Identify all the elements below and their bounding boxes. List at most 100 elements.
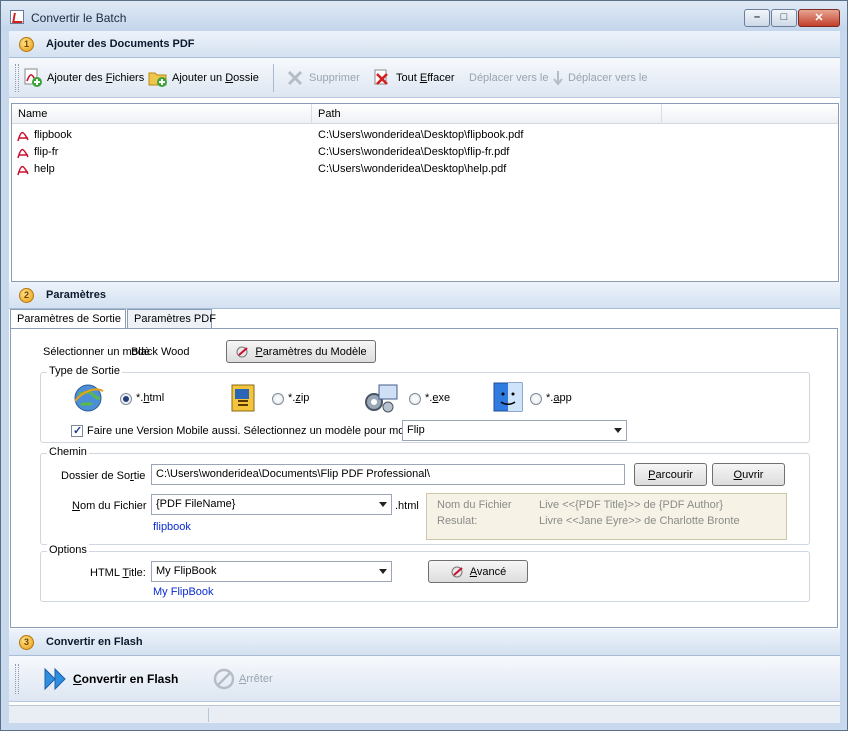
section-add-documents: 1 Ajouter des Documents PDF xyxy=(9,31,840,58)
template-settings-label: Paramètres du Modèle xyxy=(255,345,367,358)
title-bar[interactable]: Convertir le Batch – □ ✕ xyxy=(1,1,847,31)
file-path: C:\Users\wonderidea\Desktop\flipbook.pdf xyxy=(318,129,524,141)
chevron-down-icon xyxy=(379,502,387,507)
html-globe-icon xyxy=(71,381,105,415)
step-3-badge: 3 xyxy=(19,635,34,650)
client-area: 1 Ajouter des Documents PDF Ajouter des … xyxy=(9,31,840,723)
output-app-radio[interactable] xyxy=(530,393,542,405)
output-zip-radio[interactable] xyxy=(272,393,284,405)
list-item[interactable]: help C:\Users\wonderidea\Desktop\help.pd… xyxy=(12,161,838,178)
browse-button[interactable]: Parcourir xyxy=(634,463,707,486)
group-title: Options xyxy=(47,544,89,556)
template-settings-button[interactable]: Paramètres du Modèle xyxy=(226,340,376,363)
settings-wrench-icon xyxy=(450,564,466,580)
info-label-result: Resulat: xyxy=(437,515,478,527)
html-title-preview: My FlipBook xyxy=(153,586,214,598)
step-1-badge: 1 xyxy=(19,37,34,52)
output-zip-label: *.zip xyxy=(288,392,310,404)
advanced-button[interactable]: Avancé xyxy=(428,560,528,583)
list-item[interactable]: flip-fr C:\Users\wonderidea\Desktop\flip… xyxy=(12,144,838,161)
browse-label: Parcourir xyxy=(648,468,693,481)
pdf-file-icon xyxy=(16,128,30,143)
section-title: Ajouter des Documents PDF xyxy=(46,38,195,50)
html-title-label: HTML Title: xyxy=(90,567,146,579)
clear-all-icon xyxy=(372,68,392,88)
output-folder-label: Dossier de Sortie xyxy=(61,470,146,482)
output-exe-radio[interactable] xyxy=(409,393,421,405)
open-label: Ouvrir xyxy=(733,468,764,481)
info-label-filename: Nom du Fichier xyxy=(437,499,512,511)
batch-converter-window: Convertir le Batch – □ ✕ 1 Ajouter des D… xyxy=(0,0,848,731)
naming-info-box: Nom du Fichier Live <<{PDF Title}>> de {… xyxy=(426,493,787,540)
group-title: Chemin xyxy=(47,446,89,458)
clear-all-button[interactable]: Tout Effacer xyxy=(372,66,455,90)
output-folder-input[interactable]: C:\Users\wonderidea\Documents\Flip PDF P… xyxy=(151,464,625,485)
delete-label: Supprimer xyxy=(309,72,360,84)
tab-pdf-settings[interactable]: Paramètres PDF xyxy=(127,309,216,328)
stop-button[interactable]: Arrêter xyxy=(213,667,273,691)
settings-wrench-icon xyxy=(235,344,251,360)
close-button[interactable]: ✕ xyxy=(798,9,840,27)
pdf-file-icon xyxy=(16,145,30,160)
add-folder-icon xyxy=(148,68,168,88)
options-group: Options HTML Title: My FlipBook My FlipB… xyxy=(40,544,810,602)
section-title: Convertir en Flash xyxy=(46,636,143,648)
file-name: flip-fr xyxy=(34,146,59,158)
info-value-pattern: Live <<{PDF Title}>> de {PDF Author} xyxy=(539,499,724,511)
close-icon: ✕ xyxy=(814,12,824,24)
open-button[interactable]: Ouvrir xyxy=(712,463,785,486)
app-finder-icon xyxy=(493,382,523,412)
file-name-value: {PDF FileName} xyxy=(156,498,236,510)
convert-play-icon xyxy=(43,667,69,691)
delete-button[interactable]: Supprimer xyxy=(285,66,360,90)
output-html-radio[interactable] xyxy=(120,393,132,405)
move-up-label: Déplacer vers le xyxy=(469,72,549,84)
add-folder-button[interactable]: Ajouter un Dossie xyxy=(148,66,259,90)
clear-all-label: Tout Effacer xyxy=(396,72,455,84)
add-pdf-files-icon xyxy=(23,68,43,88)
move-down-icon xyxy=(552,68,564,88)
list-item[interactable]: flipbook C:\Users\wonderidea\Desktop\fli… xyxy=(12,127,838,144)
mobile-template-value: Flip xyxy=(407,424,425,436)
chevron-down-icon xyxy=(379,569,387,574)
convert-button[interactable]: Convertir en Flash xyxy=(43,667,178,691)
pdf-file-list[interactable]: Name Path flipbook C:\Users\wonderidea\D… xyxy=(11,103,839,282)
html-title-value: My FlipBook xyxy=(156,565,217,577)
html-title-combo[interactable]: My FlipBook xyxy=(151,561,392,582)
app-pdf-icon xyxy=(10,10,24,24)
advanced-label: Avancé xyxy=(469,565,507,578)
toolbar-separator xyxy=(273,64,274,92)
status-cell xyxy=(209,708,839,722)
delete-icon xyxy=(285,68,305,88)
info-value-result: Livre <<Jane Eyre>> de Charlotte Bronte xyxy=(539,515,740,527)
mobile-version-checkbox[interactable] xyxy=(71,424,83,437)
output-settings-panel: Sélectionner un modè Black Wood Paramètr… xyxy=(10,328,838,628)
convert-toolbar: Convertir en Flash Arrêter xyxy=(9,656,840,702)
mobile-template-select[interactable]: Flip xyxy=(402,420,627,441)
toolbar-grip[interactable] xyxy=(15,64,19,92)
file-extension: .html xyxy=(395,500,419,512)
add-files-button[interactable]: Ajouter des Fichiers xyxy=(23,66,144,90)
step-2-badge: 2 xyxy=(19,288,34,303)
section-convert: 3 Convertir en Flash xyxy=(9,629,840,656)
maximize-button[interactable]: □ xyxy=(771,9,797,27)
stop-label: Arrêter xyxy=(239,673,273,685)
maximize-icon: □ xyxy=(780,11,788,23)
file-toolbar: Ajouter des Fichiers Ajouter un Dossie S… xyxy=(9,58,840,98)
tab-output-settings[interactable]: Paramètres de Sortie xyxy=(10,309,126,329)
column-header-path[interactable]: Path xyxy=(312,104,662,124)
move-up-button[interactable]: Déplacer vers le xyxy=(469,66,548,90)
exe-gears-icon xyxy=(363,381,399,415)
minimize-button[interactable]: – xyxy=(744,9,770,27)
file-path: C:\Users\wonderidea\Desktop\help.pdf xyxy=(318,163,507,175)
add-files-label: Ajouter des Fichiers xyxy=(47,72,145,84)
move-down-button[interactable]: Déplacer vers le xyxy=(552,66,647,90)
output-type-group: Type de Sortie *.html *.zip *.exe *.app … xyxy=(40,365,810,443)
section-parameters: 2 Paramètres xyxy=(9,282,840,309)
toolbar-grip[interactable] xyxy=(15,664,19,694)
window-title: Convertir le Batch xyxy=(31,11,127,25)
file-name-combo[interactable]: {PDF FileName} xyxy=(151,494,392,515)
section-title: Paramètres xyxy=(46,289,106,301)
output-html-label: *.html xyxy=(136,392,165,404)
column-header-name[interactable]: Name xyxy=(12,104,312,124)
